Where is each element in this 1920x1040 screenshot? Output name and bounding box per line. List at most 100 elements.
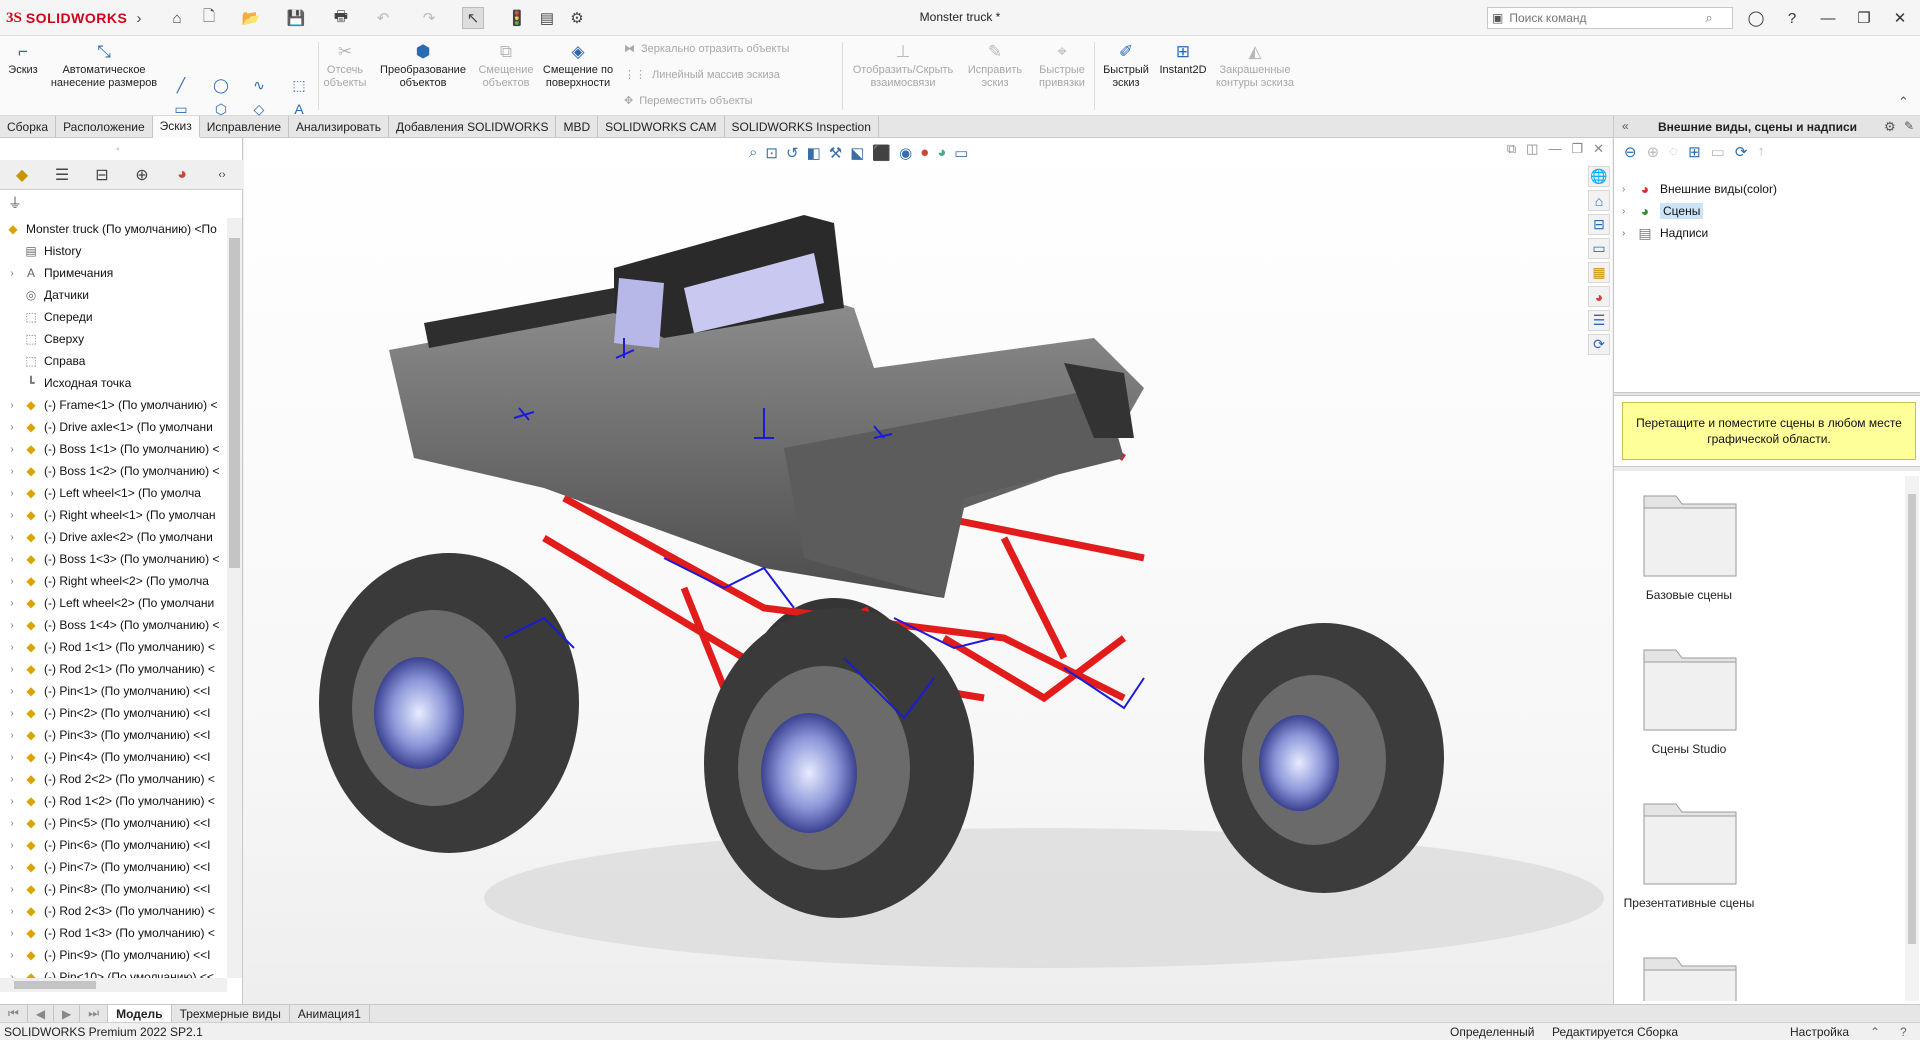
tab-animation[interactable]: Анимация1 bbox=[290, 1005, 370, 1022]
offset-entities-button[interactable]: ⧉ Смещение объектов bbox=[476, 40, 536, 90]
tree-item[interactable]: › ◆ (-) Left wheel<2> (По умолчани bbox=[0, 592, 227, 614]
expand-icon[interactable]: › bbox=[6, 598, 18, 609]
circle-icon[interactable]: ◯ bbox=[212, 76, 230, 94]
tree-item-appearances[interactable]: › ◕ Внешние виды(color) bbox=[1622, 178, 1912, 200]
offset-surface-button[interactable]: ◈ Смещение по поверхности bbox=[540, 40, 616, 90]
back-icon[interactable]: ⊖ bbox=[1624, 143, 1637, 165]
pin-icon[interactable]: ✎ bbox=[1904, 119, 1914, 133]
expand-icon[interactable]: › bbox=[6, 510, 18, 521]
custom-properties-icon[interactable]: ☰ bbox=[1588, 310, 1610, 331]
folder-more[interactable] bbox=[1614, 938, 1904, 1001]
tree-item[interactable]: ⬚ Справа bbox=[0, 350, 227, 372]
tree-item[interactable]: › ◆ (-) Pin<9> (По умолчанию) <<I bbox=[0, 944, 227, 966]
tree-item[interactable]: › ◆ (-) Pin<4> (По умолчанию) <<I bbox=[0, 746, 227, 768]
tree-root[interactable]: ◆ Monster truck (По умолчанию) <По bbox=[0, 218, 227, 240]
tab-layout[interactable]: Расположение bbox=[56, 116, 153, 138]
tree-item[interactable]: › ◆ (-) Frame<1> (По умолчанию) < bbox=[0, 394, 227, 416]
tree-item[interactable]: › ◆ (-) Pin<8> (По умолчанию) <<I bbox=[0, 878, 227, 900]
repair-sketch-button[interactable]: ✎ Исправить эскиз bbox=[962, 40, 1028, 90]
tree-item[interactable]: › ◆ (-) Drive axle<2> (По умолчани bbox=[0, 526, 227, 548]
graphics-area[interactable]: ⌕ ⊡ ↺ ◧ ⚒ ⬕ ⬛ ◉ ● ◕ ▭ ⧉ ◫ — ❐ ✕ bbox=[244, 138, 1612, 1004]
tab-evaluate[interactable]: Анализировать bbox=[289, 116, 389, 138]
tree-item[interactable]: › ◆ (-) Pin<10> (По умолчанию) << bbox=[0, 966, 227, 978]
tree-vertical-scrollbar[interactable] bbox=[227, 218, 242, 978]
view-palette-icon[interactable]: ▭ bbox=[1588, 238, 1610, 259]
collapse-ribbon-icon[interactable]: ⌃ bbox=[1898, 94, 1909, 110]
expand-icon[interactable]: › bbox=[1622, 184, 1636, 195]
folder-studio-scenes[interactable]: Сцены Studio bbox=[1614, 630, 1904, 780]
tree-horizontal-scrollbar[interactable] bbox=[0, 978, 227, 992]
expand-icon[interactable]: › bbox=[6, 642, 18, 653]
tree-item[interactable]: › ◆ (-) Rod 1<3> (По умолчанию) < bbox=[0, 922, 227, 944]
search-icon[interactable]: ⌕ bbox=[1705, 10, 1712, 26]
tab-nav-last-icon[interactable]: ⏭ bbox=[80, 1005, 109, 1022]
undo-icon[interactable]: ↶ bbox=[372, 7, 394, 29]
shaded-sketch-contours-button[interactable]: ◭ Закрашенные контуры эскиза bbox=[1212, 40, 1298, 90]
show-hide-relations-button[interactable]: ⊥ Отобразить/Скрыть взаимосвязи bbox=[848, 40, 958, 90]
restore-icon[interactable]: ❐ bbox=[1846, 5, 1882, 31]
menu-expand-icon[interactable]: › bbox=[128, 7, 150, 29]
expand-icon[interactable]: › bbox=[6, 686, 18, 697]
status-help-icon[interactable]: ? bbox=[1900, 1025, 1907, 1039]
expand-icon[interactable]: › bbox=[6, 818, 18, 829]
save-icon[interactable]: 💾 bbox=[285, 7, 307, 29]
tree-item[interactable]: › ◆ (-) Boss 1<3> (По умолчанию) < bbox=[0, 548, 227, 570]
print-icon[interactable]: 🖶 bbox=[330, 7, 352, 29]
property-manager-icon[interactable]: ☰ bbox=[50, 163, 74, 187]
expand-icon[interactable]: › bbox=[6, 906, 18, 917]
panel-grip-icon[interactable]: ◦ bbox=[116, 144, 120, 155]
add-file-location-icon[interactable]: ⊞ bbox=[1688, 143, 1701, 165]
folder-basic-scenes[interactable]: Базовые сцены bbox=[1614, 476, 1904, 626]
tree-item[interactable]: › ◆ (-) Rod 2<1> (По умолчанию) < bbox=[0, 658, 227, 680]
tab-inspection[interactable]: SOLIDWORKS Inspection bbox=[725, 116, 879, 138]
tab-addins[interactable]: Добавления SOLIDWORKS bbox=[389, 116, 557, 138]
expand-icon[interactable]: › bbox=[1622, 228, 1636, 239]
open-icon[interactable]: 📂 bbox=[240, 7, 262, 29]
splitter[interactable] bbox=[1614, 466, 1920, 471]
configuration-manager-icon[interactable]: ⊟ bbox=[90, 163, 114, 187]
quick-snaps-button[interactable]: ⌖ Быстрые привязки bbox=[1032, 40, 1092, 90]
expand-icon[interactable]: › bbox=[6, 884, 18, 895]
tree-item[interactable]: › ◆ (-) Rod 2<3> (По умолчанию) < bbox=[0, 900, 227, 922]
tree-item[interactable]: › ◆ (-) Rod 1<2> (По умолчанию) < bbox=[0, 790, 227, 812]
expand-icon[interactable]: › bbox=[6, 466, 18, 477]
trim-button[interactable]: ✂ Отсечь объекты bbox=[322, 40, 368, 90]
display-manager-icon[interactable]: ◕ bbox=[170, 163, 194, 187]
search-input[interactable] bbox=[1509, 11, 1700, 25]
tree-item[interactable]: ⬚ Спереди bbox=[0, 306, 227, 328]
expand-icon[interactable]: › bbox=[6, 268, 18, 279]
tree-item[interactable]: › ◆ (-) Right wheel<1> (По умолчан bbox=[0, 504, 227, 526]
expand-icon[interactable]: › bbox=[6, 422, 18, 433]
solidworks-forum-icon[interactable]: ⟳ bbox=[1588, 334, 1610, 355]
solidworks-logo[interactable]: 3S SOLIDWORKS bbox=[6, 7, 127, 29]
expand-icon[interactable]: › bbox=[6, 708, 18, 719]
solidworks-resources-icon[interactable]: 🌐 bbox=[1588, 166, 1610, 187]
tree-item[interactable]: ◎ Датчики bbox=[0, 284, 227, 306]
line-icon[interactable]: ╱ bbox=[172, 76, 190, 94]
up-level-icon[interactable]: ↑ bbox=[1757, 143, 1765, 165]
collapse-pane-icon[interactable]: « bbox=[1622, 119, 1629, 133]
tree-item-decals[interactable]: › ▤ Надписи bbox=[1622, 222, 1912, 244]
close-icon[interactable]: ✕ bbox=[1882, 5, 1918, 31]
tab-mbd[interactable]: MBD bbox=[556, 116, 599, 138]
feature-manager-icon[interactable]: ◆ bbox=[10, 163, 34, 187]
tree-item[interactable]: › ◆ (-) Drive axle<1> (По умолчани bbox=[0, 416, 227, 438]
tab-3d-views[interactable]: Трехмерные виды bbox=[172, 1005, 290, 1022]
units-setting[interactable]: Настройка bbox=[1790, 1025, 1849, 1039]
folders-scrollbar[interactable] bbox=[1905, 476, 1919, 1001]
home-icon[interactable]: ⌂ bbox=[166, 7, 188, 29]
expand-icon[interactable]: › bbox=[6, 730, 18, 741]
rapid-sketch-button[interactable]: ✐ Быстрый эскиз bbox=[1098, 40, 1154, 90]
file-explorer-icon[interactable]: ⊟ bbox=[1588, 214, 1610, 235]
tab-sketch[interactable]: Эскиз bbox=[152, 116, 200, 138]
tab-nav-first-icon[interactable]: ⏮ bbox=[0, 1005, 28, 1022]
add-folder-icon[interactable]: ▭ bbox=[1711, 143, 1725, 165]
filter-icon[interactable]: ⏚ bbox=[8, 193, 238, 213]
tree-item[interactable]: › ◆ (-) Rod 2<2> (По умолчанию) < bbox=[0, 768, 227, 790]
scrollbar-thumb[interactable] bbox=[229, 238, 240, 568]
expand-icon[interactable]: › bbox=[6, 752, 18, 763]
tree-item[interactable]: › ◆ (-) Left wheel<1> (По умолча bbox=[0, 482, 227, 504]
expand-icon[interactable]: › bbox=[6, 840, 18, 851]
new-document-icon[interactable]: 🗋 bbox=[198, 7, 220, 29]
expand-icon[interactable]: › bbox=[6, 488, 18, 499]
